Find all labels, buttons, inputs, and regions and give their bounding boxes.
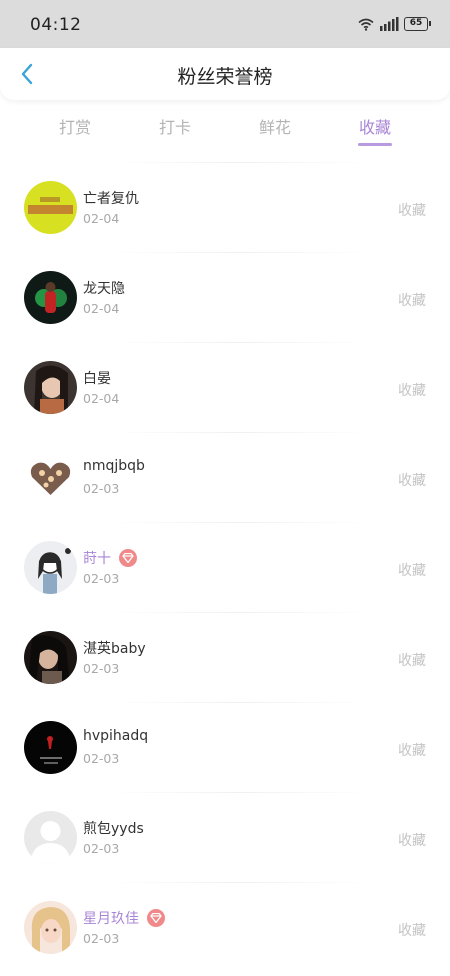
wifi-icon xyxy=(358,18,374,31)
favorite-label: 收藏 xyxy=(398,473,426,489)
favorite-label: 收藏 xyxy=(398,923,426,939)
avatar[interactable] xyxy=(24,361,77,414)
favorite-label: 收藏 xyxy=(398,203,426,219)
list-item[interactable]: nmqjbqb 02-03 收藏 xyxy=(0,432,450,522)
vip-diamond-icon xyxy=(147,909,165,927)
list-item[interactable]: 白晏 02-04 收藏 xyxy=(0,342,450,432)
list-item[interactable]: 煎包yyds 02-03 收藏 xyxy=(0,792,450,882)
user-name: hvpihadq xyxy=(83,728,149,744)
divider xyxy=(110,612,370,613)
list-item[interactable]: 莳十 02-03 收藏 xyxy=(0,522,450,612)
divider xyxy=(110,702,370,703)
divider xyxy=(110,432,370,433)
avatar[interactable] xyxy=(24,811,77,864)
favorite-label: 收藏 xyxy=(398,383,426,399)
tab-checkin[interactable]: 打卡 xyxy=(145,114,205,138)
list-item[interactable]: 亡者复仇 02-04 收藏 xyxy=(0,162,450,252)
list-date: 02-03 xyxy=(83,481,120,496)
user-name: 星月玖佳 xyxy=(83,908,165,928)
user-name: 煎包yyds xyxy=(83,821,144,837)
status-bar: 04:12 65 xyxy=(0,0,450,48)
user-name: 湛英baby xyxy=(83,641,146,657)
page-title: 粉丝荣誉榜 xyxy=(177,66,273,88)
list-date: 02-03 xyxy=(83,931,120,946)
vip-diamond-icon xyxy=(119,549,137,567)
divider xyxy=(110,522,370,523)
avatar[interactable] xyxy=(24,631,77,684)
favorite-label: 收藏 xyxy=(398,743,426,759)
list-date: 02-04 xyxy=(83,301,120,316)
avatar[interactable] xyxy=(24,271,77,324)
avatar[interactable] xyxy=(24,541,77,594)
divider xyxy=(110,342,370,343)
divider xyxy=(110,882,370,883)
avatar[interactable] xyxy=(24,181,77,234)
signal-icon xyxy=(380,17,399,31)
user-name: 亡者复仇 xyxy=(83,191,139,207)
user-name: 龙天隐 xyxy=(83,281,125,297)
battery-icon: 65 xyxy=(404,17,431,31)
tab-favorites[interactable]: 收藏 xyxy=(345,114,405,138)
favorite-label: 收藏 xyxy=(398,293,426,309)
tab-indicator xyxy=(358,143,392,146)
tab-reward[interactable]: 打赏 xyxy=(45,114,105,138)
favorite-label: 收藏 xyxy=(398,833,426,849)
divider xyxy=(110,162,370,163)
status-time: 04:12 xyxy=(30,15,82,35)
user-name: 白晏 xyxy=(83,371,111,387)
avatar[interactable] xyxy=(24,901,77,954)
tab-bar: 打赏 打卡 鲜花 收藏 xyxy=(0,100,450,148)
user-name: nmqjbqb xyxy=(83,458,145,474)
avatar[interactable] xyxy=(24,451,77,504)
list-item[interactable]: 湛英baby 02-03 收藏 xyxy=(0,612,450,702)
list-date: 02-03 xyxy=(83,661,120,676)
list-date: 02-03 xyxy=(83,751,120,766)
list-item[interactable]: hvpihadq 02-03 收藏 xyxy=(0,702,450,792)
fan-list: 亡者复仇 02-04 收藏 龙天隐 02-04 收藏 白晏 02-04 收藏 n… xyxy=(0,162,450,972)
list-date: 02-04 xyxy=(83,391,120,406)
page-header: 粉丝荣誉榜 xyxy=(0,48,450,100)
list-item[interactable]: 星月玖佳 02-03 收藏 xyxy=(0,882,450,972)
list-date: 02-04 xyxy=(83,211,120,226)
avatar[interactable] xyxy=(24,721,77,774)
tab-flowers[interactable]: 鲜花 xyxy=(245,114,305,138)
favorite-label: 收藏 xyxy=(398,563,426,579)
list-date: 02-03 xyxy=(83,571,120,586)
user-name: 莳十 xyxy=(83,548,137,568)
list-date: 02-03 xyxy=(83,841,120,856)
favorite-label: 收藏 xyxy=(398,653,426,669)
status-icons: 65 xyxy=(358,16,431,32)
divider xyxy=(110,252,370,253)
divider xyxy=(110,792,370,793)
list-item[interactable]: 龙天隐 02-04 收藏 xyxy=(0,252,450,342)
